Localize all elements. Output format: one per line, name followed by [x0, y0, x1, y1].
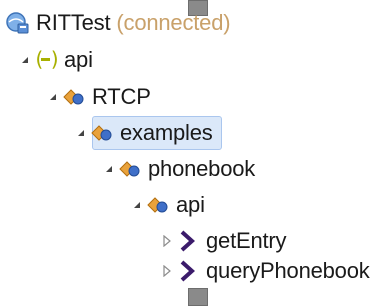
connection-status: (connected): [116, 10, 231, 35]
tree-item-getentry[interactable]: getEntry: [160, 224, 287, 258]
service-component-icon: [144, 191, 172, 219]
project-tree: RITTest (connected) ( ) api RTCP example…: [0, 0, 386, 306]
expand-arrow-icon[interactable]: [18, 43, 32, 77]
tree-item-api[interactable]: ( ) api: [18, 43, 93, 77]
tree-item-label: examples: [120, 120, 213, 145]
collapsed-arrow-icon[interactable]: [160, 224, 174, 258]
tree-item-label: RTCP: [92, 84, 151, 109]
operation-chevron-icon: [174, 257, 202, 285]
expand-arrow-icon[interactable]: [130, 188, 144, 222]
svg-text:): ): [49, 47, 60, 71]
tree-item-queryphonebook[interactable]: queryPhonebook: [160, 254, 370, 288]
expand-arrow-icon[interactable]: [74, 116, 88, 150]
operation-chevron-icon: [174, 227, 202, 255]
tree-item-label: api: [64, 47, 93, 72]
tree-item-label: getEntry: [206, 228, 287, 253]
expand-arrow-icon[interactable]: [46, 80, 60, 114]
project-icon: [4, 9, 32, 37]
tree-item-label: phonebook: [148, 156, 256, 181]
tree-item-label: queryPhonebook: [206, 258, 370, 283]
service-component-icon: [116, 155, 144, 183]
expand-arrow-icon[interactable]: [102, 152, 116, 186]
collapsed-arrow-icon[interactable]: [160, 254, 174, 288]
scrollbar-thumb-bottom[interactable]: [188, 288, 208, 306]
tree-root-label: RITTest: [36, 10, 111, 35]
tree-item-label: api: [176, 192, 205, 217]
tree-root-ritest[interactable]: RITTest (connected): [4, 6, 231, 40]
package-icon: ( ): [32, 46, 60, 74]
tree-item-api-component[interactable]: api: [130, 188, 205, 222]
tree-item-examples[interactable]: examples: [74, 116, 213, 150]
service-component-icon: [60, 83, 88, 111]
tree-item-phonebook[interactable]: phonebook: [102, 152, 255, 186]
service-component-icon: [88, 119, 116, 147]
tree-item-rtcp[interactable]: RTCP: [46, 80, 151, 114]
